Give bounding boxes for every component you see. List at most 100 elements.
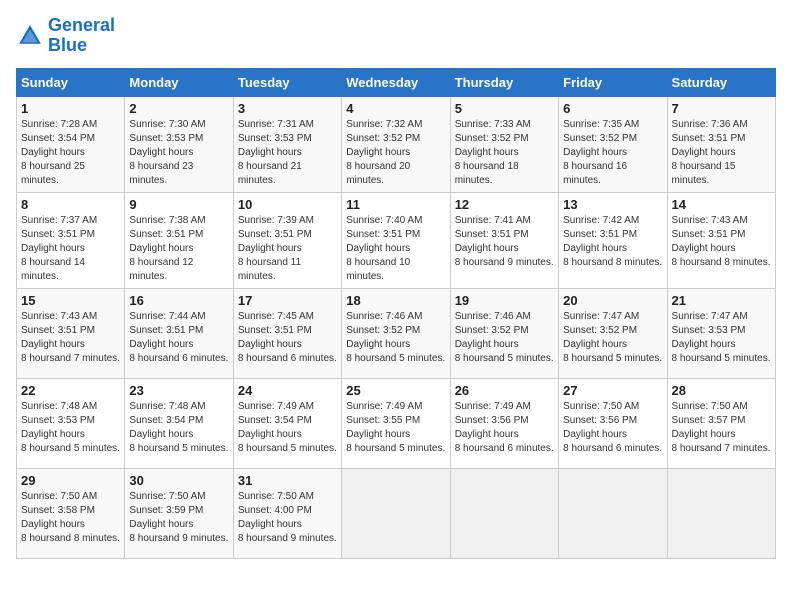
day-number: 31 <box>238 473 337 488</box>
calendar-cell: 19 Sunrise: 7:46 AMSunset: 3:52 PMDaylig… <box>450 288 558 378</box>
day-number: 10 <box>238 197 337 212</box>
logo-text: General Blue <box>48 16 115 56</box>
calendar-cell: 10 Sunrise: 7:39 AMSunset: 3:51 PMDaylig… <box>233 192 341 288</box>
day-number: 5 <box>455 101 554 116</box>
day-info: Sunrise: 7:50 AMSunset: 4:00 PMDaylight … <box>238 490 337 546</box>
calendar-cell: 6 Sunrise: 7:35 AMSunset: 3:52 PMDayligh… <box>559 96 667 192</box>
calendar-body: 1 Sunrise: 7:28 AMSunset: 3:54 PMDayligh… <box>17 96 776 558</box>
day-info: Sunrise: 7:35 AMSunset: 3:52 PMDaylight … <box>563 118 662 188</box>
calendar-week-row: 8 Sunrise: 7:37 AMSunset: 3:51 PMDayligh… <box>17 192 776 288</box>
day-number: 7 <box>672 101 771 116</box>
dow-header: Sunday <box>17 68 125 96</box>
calendar-cell: 23 Sunrise: 7:48 AMSunset: 3:54 PMDaylig… <box>125 378 233 468</box>
day-info: Sunrise: 7:49 AMSunset: 3:55 PMDaylight … <box>346 400 445 456</box>
calendar-cell <box>450 468 558 558</box>
day-number: 4 <box>346 101 445 116</box>
day-number: 25 <box>346 383 445 398</box>
day-info: Sunrise: 7:46 AMSunset: 3:52 PMDaylight … <box>455 310 554 366</box>
logo: General Blue <box>16 16 115 56</box>
day-info: Sunrise: 7:45 AMSunset: 3:51 PMDaylight … <box>238 310 337 366</box>
calendar-cell: 13 Sunrise: 7:42 AMSunset: 3:51 PMDaylig… <box>559 192 667 288</box>
dow-header: Friday <box>559 68 667 96</box>
calendar-cell: 20 Sunrise: 7:47 AMSunset: 3:52 PMDaylig… <box>559 288 667 378</box>
calendar-cell: 14 Sunrise: 7:43 AMSunset: 3:51 PMDaylig… <box>667 192 775 288</box>
day-info: Sunrise: 7:43 AMSunset: 3:51 PMDaylight … <box>21 310 120 366</box>
calendar-cell <box>342 468 450 558</box>
day-number: 17 <box>238 293 337 308</box>
day-number: 18 <box>346 293 445 308</box>
day-number: 20 <box>563 293 662 308</box>
day-info: Sunrise: 7:42 AMSunset: 3:51 PMDaylight … <box>563 214 662 270</box>
day-info: Sunrise: 7:33 AMSunset: 3:52 PMDaylight … <box>455 118 554 188</box>
dow-header: Monday <box>125 68 233 96</box>
calendar-cell: 2 Sunrise: 7:30 AMSunset: 3:53 PMDayligh… <box>125 96 233 192</box>
calendar-cell: 18 Sunrise: 7:46 AMSunset: 3:52 PMDaylig… <box>342 288 450 378</box>
day-number: 24 <box>238 383 337 398</box>
day-info: Sunrise: 7:39 AMSunset: 3:51 PMDaylight … <box>238 214 337 284</box>
day-number: 23 <box>129 383 228 398</box>
day-number: 29 <box>21 473 120 488</box>
logo-icon <box>16 22 44 50</box>
day-info: Sunrise: 7:49 AMSunset: 3:54 PMDaylight … <box>238 400 337 456</box>
calendar-cell: 11 Sunrise: 7:40 AMSunset: 3:51 PMDaylig… <box>342 192 450 288</box>
dow-header: Tuesday <box>233 68 341 96</box>
calendar-cell: 30 Sunrise: 7:50 AMSunset: 3:59 PMDaylig… <box>125 468 233 558</box>
dow-header: Saturday <box>667 68 775 96</box>
day-number: 30 <box>129 473 228 488</box>
day-info: Sunrise: 7:48 AMSunset: 3:54 PMDaylight … <box>129 400 228 456</box>
calendar-cell: 28 Sunrise: 7:50 AMSunset: 3:57 PMDaylig… <box>667 378 775 468</box>
day-info: Sunrise: 7:37 AMSunset: 3:51 PMDaylight … <box>21 214 120 284</box>
day-number: 22 <box>21 383 120 398</box>
day-info: Sunrise: 7:50 AMSunset: 3:56 PMDaylight … <box>563 400 662 456</box>
calendar-cell: 7 Sunrise: 7:36 AMSunset: 3:51 PMDayligh… <box>667 96 775 192</box>
calendar-cell: 9 Sunrise: 7:38 AMSunset: 3:51 PMDayligh… <box>125 192 233 288</box>
calendar-table: SundayMondayTuesdayWednesdayThursdayFrid… <box>16 68 776 559</box>
day-info: Sunrise: 7:50 AMSunset: 3:58 PMDaylight … <box>21 490 120 546</box>
day-number: 13 <box>563 197 662 212</box>
calendar-cell <box>667 468 775 558</box>
calendar-cell: 22 Sunrise: 7:48 AMSunset: 3:53 PMDaylig… <box>17 378 125 468</box>
calendar-cell: 15 Sunrise: 7:43 AMSunset: 3:51 PMDaylig… <box>17 288 125 378</box>
dow-header: Wednesday <box>342 68 450 96</box>
day-number: 11 <box>346 197 445 212</box>
calendar-week-row: 15 Sunrise: 7:43 AMSunset: 3:51 PMDaylig… <box>17 288 776 378</box>
day-number: 3 <box>238 101 337 116</box>
day-info: Sunrise: 7:46 AMSunset: 3:52 PMDaylight … <box>346 310 445 366</box>
day-info: Sunrise: 7:43 AMSunset: 3:51 PMDaylight … <box>672 214 771 270</box>
calendar-cell: 31 Sunrise: 7:50 AMSunset: 4:00 PMDaylig… <box>233 468 341 558</box>
day-number: 15 <box>21 293 120 308</box>
calendar-cell: 17 Sunrise: 7:45 AMSunset: 3:51 PMDaylig… <box>233 288 341 378</box>
day-number: 1 <box>21 101 120 116</box>
calendar-week-row: 1 Sunrise: 7:28 AMSunset: 3:54 PMDayligh… <box>17 96 776 192</box>
dow-header: Thursday <box>450 68 558 96</box>
calendar-cell: 29 Sunrise: 7:50 AMSunset: 3:58 PMDaylig… <box>17 468 125 558</box>
day-number: 16 <box>129 293 228 308</box>
day-info: Sunrise: 7:44 AMSunset: 3:51 PMDaylight … <box>129 310 228 366</box>
calendar-week-row: 22 Sunrise: 7:48 AMSunset: 3:53 PMDaylig… <box>17 378 776 468</box>
calendar-week-row: 29 Sunrise: 7:50 AMSunset: 3:58 PMDaylig… <box>17 468 776 558</box>
calendar-cell: 5 Sunrise: 7:33 AMSunset: 3:52 PMDayligh… <box>450 96 558 192</box>
day-info: Sunrise: 7:50 AMSunset: 3:57 PMDaylight … <box>672 400 771 456</box>
day-info: Sunrise: 7:41 AMSunset: 3:51 PMDaylight … <box>455 214 554 270</box>
day-number: 28 <box>672 383 771 398</box>
day-info: Sunrise: 7:47 AMSunset: 3:53 PMDaylight … <box>672 310 771 366</box>
day-info: Sunrise: 7:49 AMSunset: 3:56 PMDaylight … <box>455 400 554 456</box>
day-number: 19 <box>455 293 554 308</box>
day-number: 26 <box>455 383 554 398</box>
day-number: 21 <box>672 293 771 308</box>
day-info: Sunrise: 7:47 AMSunset: 3:52 PMDaylight … <box>563 310 662 366</box>
calendar-cell: 25 Sunrise: 7:49 AMSunset: 3:55 PMDaylig… <box>342 378 450 468</box>
day-number: 9 <box>129 197 228 212</box>
calendar-cell: 1 Sunrise: 7:28 AMSunset: 3:54 PMDayligh… <box>17 96 125 192</box>
day-number: 6 <box>563 101 662 116</box>
calendar-cell: 21 Sunrise: 7:47 AMSunset: 3:53 PMDaylig… <box>667 288 775 378</box>
calendar-cell: 26 Sunrise: 7:49 AMSunset: 3:56 PMDaylig… <box>450 378 558 468</box>
day-number: 8 <box>21 197 120 212</box>
calendar-cell: 3 Sunrise: 7:31 AMSunset: 3:53 PMDayligh… <box>233 96 341 192</box>
calendar-cell: 16 Sunrise: 7:44 AMSunset: 3:51 PMDaylig… <box>125 288 233 378</box>
day-info: Sunrise: 7:48 AMSunset: 3:53 PMDaylight … <box>21 400 120 456</box>
calendar-cell: 24 Sunrise: 7:49 AMSunset: 3:54 PMDaylig… <box>233 378 341 468</box>
day-number: 27 <box>563 383 662 398</box>
calendar-cell <box>559 468 667 558</box>
day-info: Sunrise: 7:31 AMSunset: 3:53 PMDaylight … <box>238 118 337 188</box>
